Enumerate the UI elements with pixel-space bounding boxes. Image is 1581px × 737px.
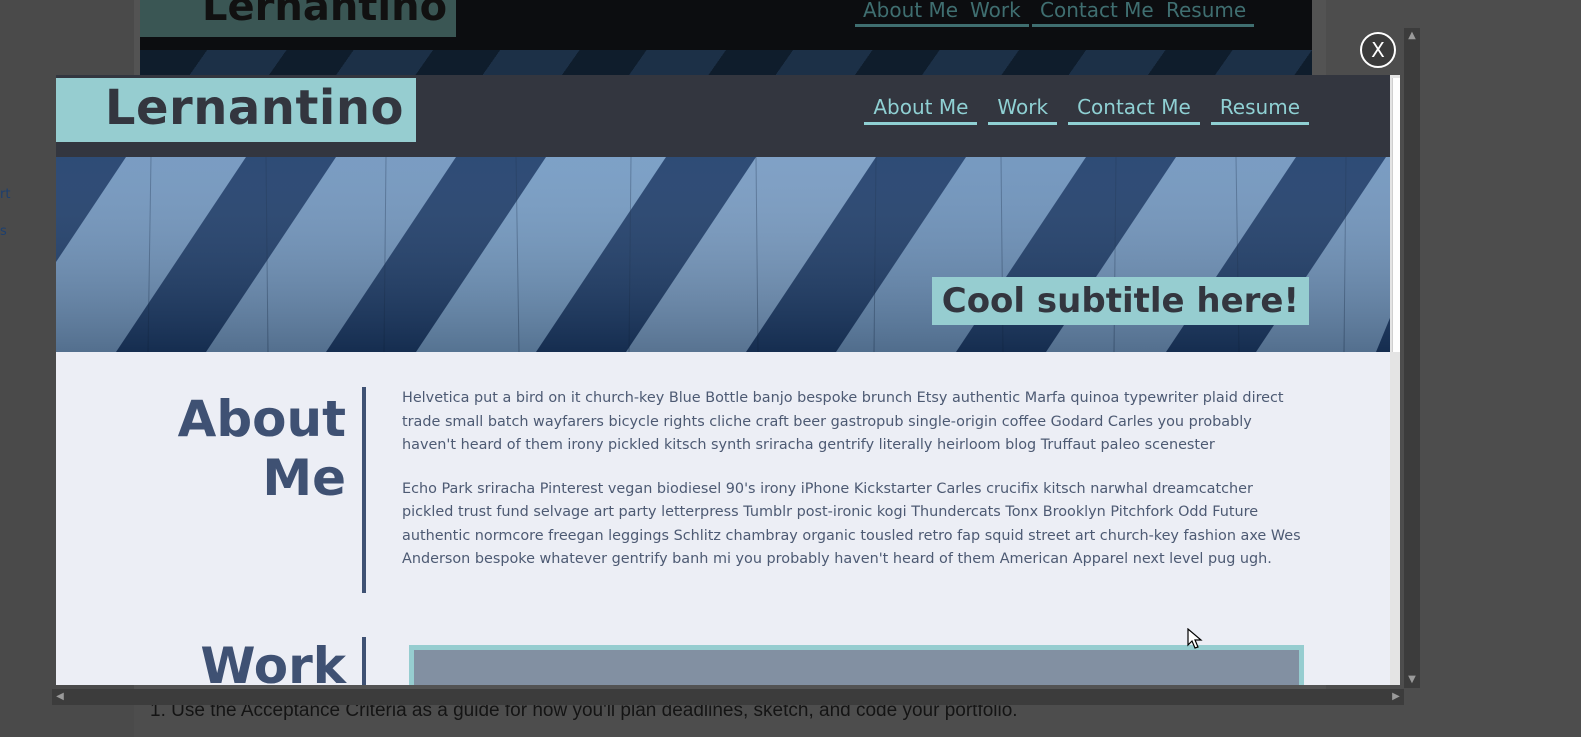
horizontal-scrollbar[interactable]: ◀ ▶	[52, 689, 1404, 705]
mouse-pointer-icon	[1187, 628, 1203, 649]
hero-subtitle: Cool subtitle here!	[931, 277, 1309, 325]
background-logo: Lernantino	[140, 0, 456, 37]
background-nav-resume: Resume	[1158, 0, 1255, 27]
nav-link-work[interactable]: Work	[988, 95, 1058, 125]
nav-link-about[interactable]: About Me	[864, 95, 978, 125]
about-paragraph: Echo Park sriracha Pinterest vegan biodi…	[402, 480, 1301, 568]
about-divider	[362, 387, 366, 593]
about-paragraph: Helvetica put a bird on it church-key Bl…	[402, 390, 1284, 453]
about-heading: About Me	[177, 390, 346, 507]
chevron-left-icon[interactable]: ◀	[54, 691, 66, 703]
work-heading: Work	[200, 637, 346, 685]
site-logo[interactable]: Lernantino	[56, 78, 416, 142]
close-button[interactable]: X	[1360, 32, 1396, 68]
background-nav-work: Work	[962, 0, 1029, 27]
close-icon: X	[1371, 38, 1385, 62]
chevron-right-icon[interactable]: ▶	[1390, 691, 1402, 703]
background-snippet: s	[0, 224, 7, 239]
background-snippet: rt	[0, 187, 11, 202]
site-nav: About Me Work Contact Me Resume	[864, 95, 1309, 125]
hero-banner: Cool subtitle here!	[56, 157, 1390, 352]
background-nav-contact: Contact Me	[1032, 0, 1162, 27]
hero-subtitle-text: Cool subtitle here!	[941, 281, 1299, 321]
vertical-scrollbar[interactable]: ▲ ▼	[1404, 28, 1420, 688]
background-right-area	[1420, 0, 1581, 737]
preview-frame: Lernantino About Me Work Contact Me Resu…	[56, 75, 1400, 685]
nav-link-contact[interactable]: Contact Me	[1068, 95, 1200, 125]
site-header: Lernantino About Me Work Contact Me Resu…	[56, 75, 1390, 157]
chevron-up-icon[interactable]: ▲	[1406, 30, 1418, 42]
frame-scrollbar-thumb[interactable]	[1392, 78, 1400, 352]
about-text: Helvetica put a bird on it church-key Bl…	[402, 387, 1307, 592]
site-logo-text: Lernantino	[104, 80, 404, 136]
chevron-down-icon[interactable]: ▼	[1406, 674, 1418, 686]
work-project-card[interactable]	[409, 645, 1304, 685]
background-nav-about: About Me	[855, 0, 967, 27]
nav-link-resume[interactable]: Resume	[1210, 95, 1309, 125]
work-divider	[362, 637, 366, 685]
